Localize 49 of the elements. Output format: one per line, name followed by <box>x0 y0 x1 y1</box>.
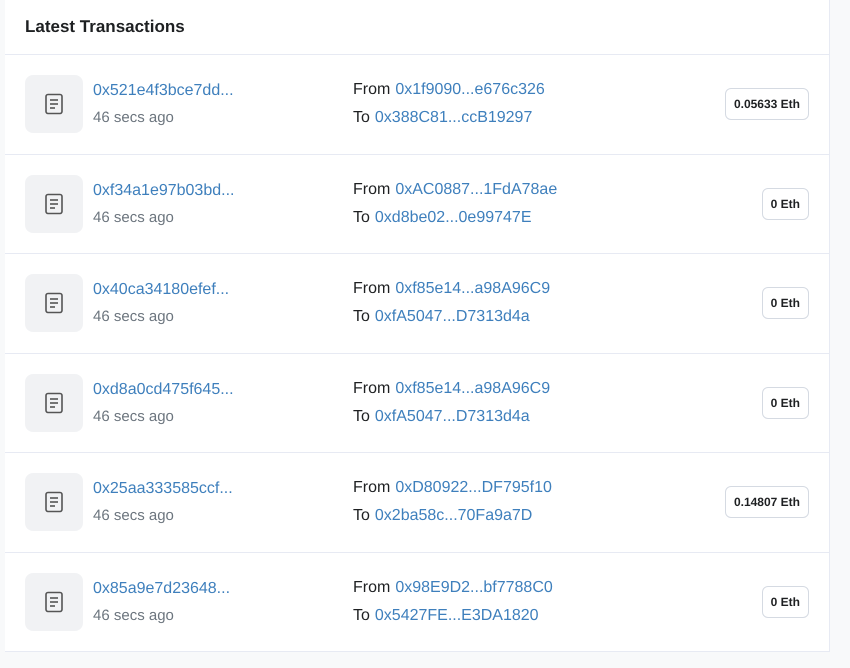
from-address-link[interactable]: 0xAC0887...1FdA78ae <box>395 178 558 202</box>
to-address-link[interactable]: 0x2ba58c...70Fa9a7D <box>374 504 532 528</box>
transaction-age: 46 secs ago <box>93 406 175 426</box>
amount-badge: 0 Eth <box>762 386 809 419</box>
to-address-link[interactable]: 0xfA5047...D7313d4a <box>374 404 530 429</box>
from-label: From <box>353 180 390 200</box>
amount-badge: 0 Eth <box>762 586 809 618</box>
transaction-hash-link[interactable]: 0xf34a1e97b03bd... <box>93 178 353 202</box>
to-label: To <box>353 307 370 328</box>
from-label: From <box>353 578 390 598</box>
from-address-link[interactable]: 0x98E9D2...bf7788C0 <box>395 576 553 600</box>
to-label: To <box>353 108 370 128</box>
to-label: To <box>353 606 370 626</box>
document-icon <box>44 292 64 314</box>
transaction-age: 46 secs ago <box>93 506 175 526</box>
from-label: From <box>353 80 390 100</box>
transaction-hash-link[interactable]: 0x85a9e7d23648... <box>93 576 353 600</box>
amount-badge: 0.14807 Eth <box>724 486 809 518</box>
from-address-link[interactable]: 0xD80922...DF795f10 <box>395 476 552 500</box>
document-icon <box>44 491 64 514</box>
from-address-link[interactable]: 0xf85e14...a98A96C9 <box>395 277 550 302</box>
transaction-age: 46 secs ago <box>93 108 175 128</box>
to-address-link[interactable]: 0xd8be02...0e99747E <box>374 206 532 230</box>
from-address-link[interactable]: 0x1f9090...e676c326 <box>395 78 545 102</box>
transaction-age: 46 secs ago <box>93 307 175 327</box>
from-label: From <box>353 378 390 399</box>
from-label: From <box>353 478 390 498</box>
transaction-age: 46 secs ago <box>93 208 175 228</box>
amount-badge: 0.05633 Eth <box>724 88 809 120</box>
to-address-link[interactable]: 0x5427FE...E3DA1820 <box>374 604 539 628</box>
transaction-hash-link[interactable]: 0x25aa333585ccf... <box>93 477 353 501</box>
to-label: To <box>353 208 370 228</box>
to-address-link[interactable]: 0xfA5047...D7313d4a <box>374 305 530 330</box>
document-icon <box>44 93 64 116</box>
document-icon <box>44 392 64 414</box>
transaction-hash-link[interactable]: 0x521e4f3bce7dd... <box>93 79 353 103</box>
transaction-age: 46 secs ago <box>93 606 175 626</box>
card-title: Latest Transactions <box>25 16 185 38</box>
to-label: To <box>353 506 370 526</box>
transaction-hash-link[interactable]: 0x40ca34180efef... <box>93 278 353 302</box>
document-icon <box>44 590 64 613</box>
to-label: To <box>353 406 370 427</box>
amount-badge: 0 Eth <box>762 188 809 220</box>
document-icon <box>44 192 64 215</box>
to-address-link[interactable]: 0x388C81...ccB19297 <box>374 106 532 130</box>
from-label: From <box>353 279 390 300</box>
from-address-link[interactable]: 0xf85e14...a98A96C9 <box>395 376 550 401</box>
amount-badge: 0 Eth <box>762 287 809 320</box>
transaction-hash-link[interactable]: 0xd8a0cd475f645... <box>93 378 353 402</box>
